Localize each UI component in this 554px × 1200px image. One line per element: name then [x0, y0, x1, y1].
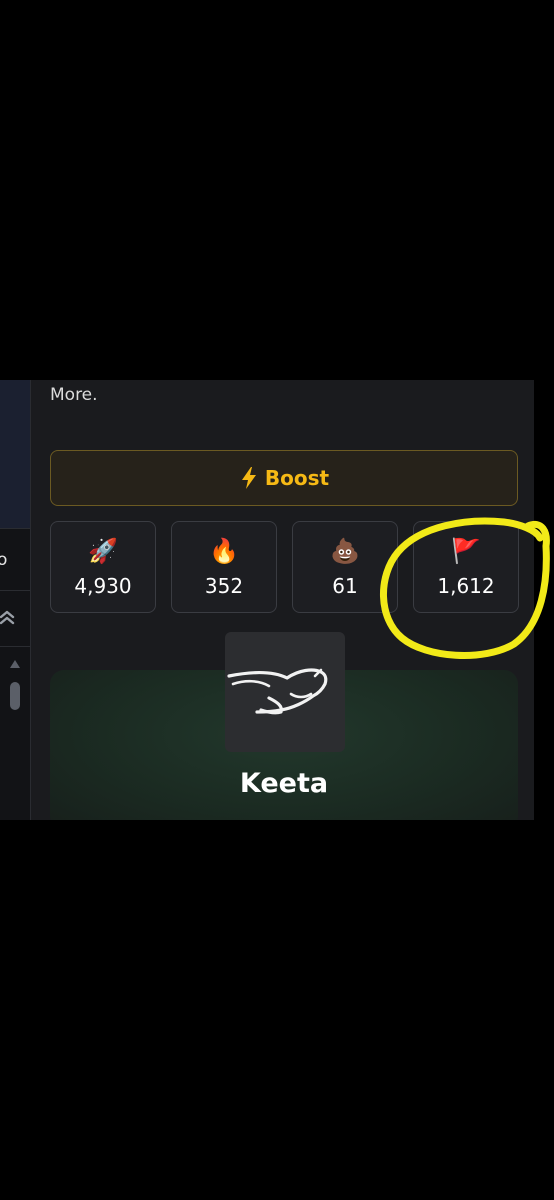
reaction-count: 352: [204, 574, 244, 598]
reaction-rocket-button[interactable]: 🚀 4,930: [50, 521, 156, 613]
poop-icon: 💩: [330, 537, 360, 565]
token-name: Keeta: [239, 768, 329, 799]
divider: [0, 590, 30, 591]
fire-icon: 🔥: [209, 537, 239, 565]
app-window: o More. Boost 🚀 4,930 🔥 352 💩 61 🚩 1,612…: [0, 380, 534, 820]
lightning-icon: [241, 467, 256, 489]
reaction-count: 1,612: [437, 574, 495, 598]
reaction-poop-button[interactable]: 💩 61: [292, 521, 398, 613]
divider: [0, 646, 30, 647]
left-sidebar: o: [0, 380, 31, 820]
description-text: More.: [50, 385, 98, 405]
token-info-panel: More. Boost 🚀 4,930 🔥 352 💩 61 🚩 1,612 K…: [31, 380, 534, 820]
reaction-count: 4,930: [74, 574, 132, 598]
double-chevron-up-icon[interactable]: [0, 609, 16, 625]
reaction-count: 61: [332, 574, 358, 598]
rocket-icon: 🚀: [88, 537, 118, 565]
scroll-thumb[interactable]: [10, 682, 20, 710]
cheetah-icon: [227, 668, 328, 715]
sidebar-clipped-text: o: [0, 550, 8, 570]
scrollbar[interactable]: [7, 660, 23, 790]
red-flag-icon: 🚩: [451, 537, 481, 565]
reaction-bar: 🚀 4,930 🔥 352 💩 61 🚩 1,612: [50, 521, 520, 613]
sidebar-top-panel: [0, 380, 30, 529]
reaction-fire-button[interactable]: 🔥 352: [171, 521, 277, 613]
reaction-flag-button[interactable]: 🚩 1,612: [413, 521, 519, 613]
cheetah-logo: [225, 632, 345, 752]
boost-button[interactable]: Boost: [50, 450, 518, 506]
scroll-up-arrow-icon[interactable]: [10, 660, 20, 668]
boost-label: Boost: [264, 466, 330, 490]
